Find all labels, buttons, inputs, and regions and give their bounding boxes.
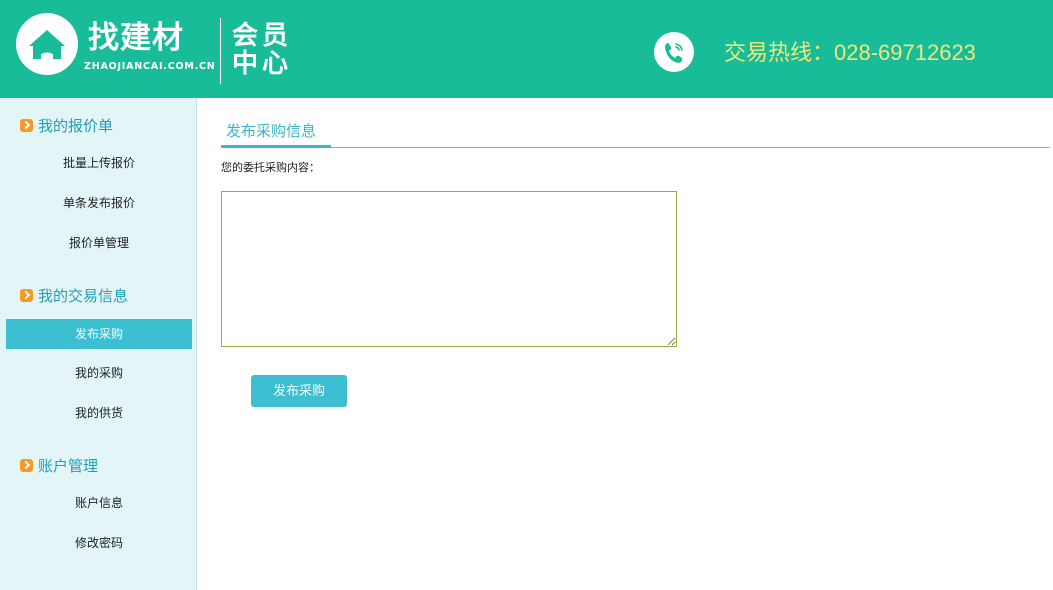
brand-url: ZHAOJIANCAI.COM.CN xyxy=(84,61,216,72)
tab-publish-purchase-info[interactable]: 发布采购信息 xyxy=(226,120,316,144)
sidebar-item-account-info[interactable]: 账户信息 xyxy=(6,488,192,518)
member-center-title: 会员 中心 xyxy=(232,22,296,78)
house-icon[interactable] xyxy=(16,13,78,75)
purchase-content-textarea[interactable] xyxy=(221,191,677,347)
member-center-line1: 会员 xyxy=(232,21,293,51)
sidebar-group-quotes[interactable]: 我的报价单 xyxy=(20,114,113,136)
sidebar-item-batch-upload[interactable]: 批量上传报价 xyxy=(6,148,192,178)
sidebar-item-single-publish[interactable]: 单条发布报价 xyxy=(6,188,192,218)
brand-name[interactable]: 找建材 xyxy=(88,18,184,58)
header-divider xyxy=(220,18,221,84)
sidebar-group-account[interactable]: 账户管理 xyxy=(20,454,98,476)
sidebar-group-label: 账户管理 xyxy=(38,457,99,475)
tab-active-indicator xyxy=(221,145,331,148)
sidebar-item-my-purchases[interactable]: 我的采购 xyxy=(6,358,192,388)
sidebar: 我的报价单 批量上传报价 单条发布报价 报价单管理 我的交易信息 发布采购 我的… xyxy=(0,98,197,590)
chevron-right-icon xyxy=(20,458,33,472)
tab-divider xyxy=(221,147,1050,148)
publish-purchase-button[interactable]: 发布采购 xyxy=(251,375,347,407)
sidebar-group-label: 我的报价单 xyxy=(38,117,114,135)
sidebar-item-my-supplies[interactable]: 我的供货 xyxy=(6,398,192,428)
member-center-line2: 中心 xyxy=(232,49,293,79)
sidebar-item-publish-purchase[interactable]: 发布采购 xyxy=(6,319,192,349)
sidebar-group-trades[interactable]: 我的交易信息 xyxy=(20,284,128,306)
phone-icon xyxy=(654,32,694,72)
chevron-right-icon xyxy=(20,118,33,132)
chevron-right-icon xyxy=(20,288,33,302)
header: 找建材 ZHAOJIANCAI.COM.CN 会员 中心 交易热线：028-69… xyxy=(0,0,1053,98)
sidebar-group-label: 我的交易信息 xyxy=(38,287,129,305)
sidebar-item-quote-manage[interactable]: 报价单管理 xyxy=(6,228,192,258)
sidebar-item-change-password[interactable]: 修改密码 xyxy=(6,528,192,558)
purchase-content-label: 您的委托采购内容： xyxy=(221,162,320,174)
hotline-text: 交易热线：028-69712623 xyxy=(724,40,976,65)
